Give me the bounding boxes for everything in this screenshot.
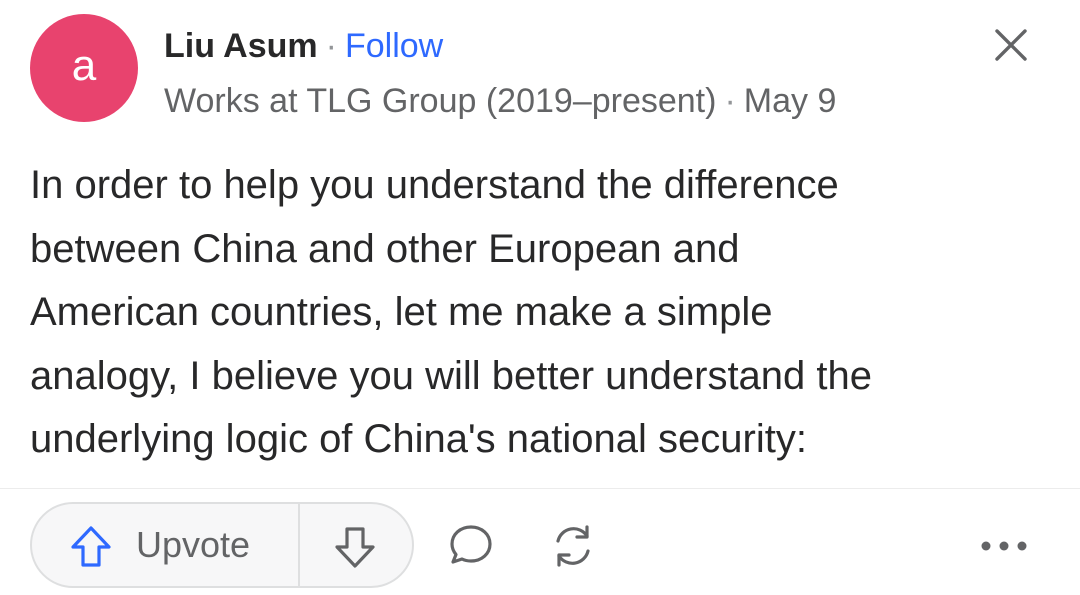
close-button[interactable] [994, 28, 1028, 62]
post-header: a Liu Asum · Follow Works at TLG Group (20… [30, 14, 1080, 124]
credential-line: Works at TLG Group (2019–present) · May 9 [164, 78, 836, 124]
body-line: analogy, I believe you will better under… [30, 353, 873, 398]
vote-group: Upvote [30, 502, 414, 588]
comment-bubble-icon [450, 525, 492, 564]
share-button[interactable] [546, 519, 600, 573]
body-line: American countries, let me make a simple [30, 290, 773, 334]
author-name[interactable]: Liu Asum [164, 27, 318, 65]
follow-button[interactable]: Follow [345, 27, 443, 65]
downvote-button[interactable] [300, 504, 412, 586]
body-line: between China and other European and [30, 226, 740, 271]
author-meta: Liu Asum · Follow Works at TLG Group (2019… [164, 24, 836, 124]
action-bar: Upvote [30, 502, 1080, 590]
upvote-button[interactable]: Upvote [32, 504, 298, 586]
answer-body[interactable]: In order to help you understand the diff… [30, 154, 1060, 472]
body-line: underlying logic of China's national sec… [30, 417, 807, 461]
comment-button[interactable] [446, 520, 496, 570]
name-separator: · [325, 27, 337, 65]
more-dots-icon [981, 541, 1027, 551]
author-credential[interactable]: Works at TLG Group (2019–present) [164, 82, 716, 120]
author-name-line: Liu Asum · Follow [164, 24, 836, 68]
credential-separator: · [724, 82, 736, 120]
close-icon [995, 29, 1027, 61]
upvote-label: Upvote [136, 524, 251, 565]
divider [0, 488, 1080, 489]
post-date[interactable]: May 9 [744, 82, 837, 120]
arrow-up-icon [71, 526, 111, 567]
share-rotate-icon [556, 525, 590, 567]
avatar[interactable]: a [30, 14, 138, 122]
answer-card: a Liu Asum · Follow Works at TLG Group (20… [0, 0, 1080, 595]
body-line: In order to help you understand the diff… [30, 163, 839, 207]
arrow-down-icon [335, 527, 375, 568]
more-options-button[interactable] [978, 526, 1030, 566]
